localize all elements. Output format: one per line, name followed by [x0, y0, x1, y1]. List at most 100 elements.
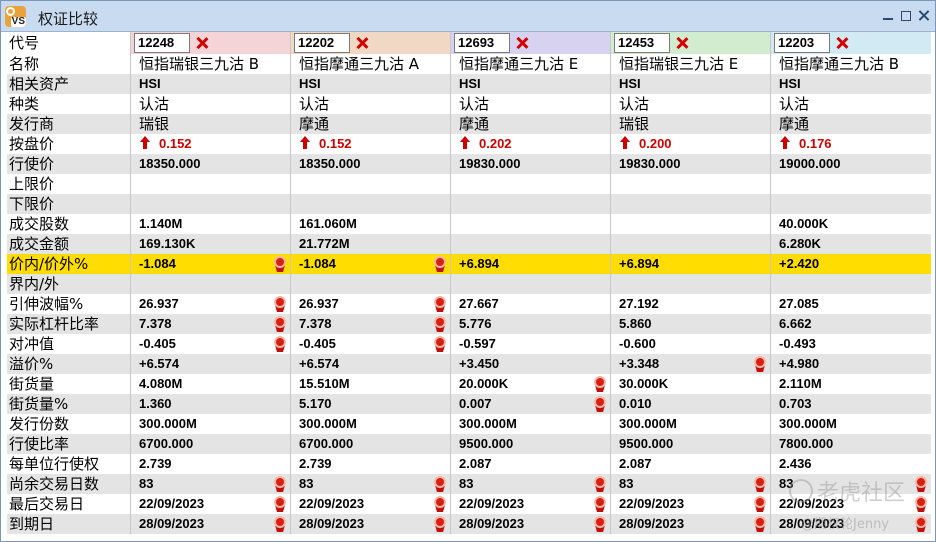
value-cell — [771, 174, 931, 194]
best-medal-icon — [593, 376, 607, 392]
best-medal-icon — [753, 516, 767, 532]
value-cell: 认沽 — [611, 94, 771, 114]
cell-value: 1.140M — [139, 216, 183, 231]
cell-value: 22/09/2023 — [299, 496, 365, 511]
code-column-header: 12202 — [291, 32, 451, 54]
cell-value: 300.000M — [779, 416, 837, 431]
value-cell: 2.739 — [291, 454, 451, 474]
cell-value: 9500.000 — [459, 436, 514, 451]
value-cell: 18350.000 — [291, 154, 451, 174]
value-cell — [611, 194, 771, 214]
cell-value: 认沽 — [139, 95, 170, 113]
value-cell — [131, 274, 291, 294]
row-label: 行使比率 — [7, 434, 131, 454]
table-row: 价内/价外% -1.084 -1.084 +6.894 +6.894 +2.420 — [7, 254, 931, 274]
value-cell — [451, 214, 611, 234]
price-value: 0.202 — [479, 136, 512, 151]
table-row: 每单位行使权 2.739 2.739 2.087 2.087 2.436 — [7, 454, 931, 474]
code-input[interactable]: 12248 — [134, 33, 190, 53]
minimize-icon[interactable] — [881, 9, 895, 23]
table-row: 到期日 28/09/2023 28/09/2023 28/09/2023 28/09/2… — [7, 514, 931, 534]
cell-value: +2.420 — [779, 256, 820, 271]
remove-icon[interactable] — [196, 37, 208, 49]
best-medal-icon — [433, 316, 447, 332]
code-input[interactable]: 12203 — [774, 33, 830, 53]
cell-value: 21.772M — [299, 236, 350, 251]
row-label: 成交金额 — [7, 234, 131, 254]
value-cell — [291, 194, 451, 214]
code-input[interactable]: 12693 — [454, 33, 510, 53]
value-cell: 26.937 — [291, 294, 451, 314]
row-label: 到期日 — [7, 514, 131, 534]
price-value: 0.200 — [639, 136, 672, 151]
maximize-icon[interactable] — [899, 9, 913, 23]
cell-value: 300.000M — [299, 416, 357, 431]
value-cell: 169.130K — [131, 234, 291, 254]
table-row: 溢价% +6.574 +6.574 +3.450 +3.348 +4.980 — [7, 354, 931, 374]
value-cell: 30.000K — [611, 374, 771, 394]
value-cell: 300.000M — [611, 414, 771, 434]
value-cell: 2.110M — [771, 374, 931, 394]
value-cell: 300.000M — [291, 414, 451, 434]
value-cell: +6.894 — [611, 254, 771, 274]
value-cell: 300.000M — [771, 414, 931, 434]
watermark: 老虎社区 — [789, 475, 905, 507]
value-cell: +4.980 — [771, 354, 931, 374]
cell-value: 83 — [619, 476, 634, 491]
cell-value: 摩通 — [299, 115, 330, 133]
cell-value: 19830.000 — [459, 156, 521, 171]
value-cell: 1.360 — [131, 394, 291, 414]
best-medal-icon — [593, 496, 607, 512]
value-cell: 6700.000 — [131, 434, 291, 454]
cell-value: 83 — [459, 476, 474, 491]
value-cell: 161.060M — [291, 214, 451, 234]
row-label: 发行份数 — [7, 414, 131, 434]
value-cell: +6.574 — [131, 354, 291, 374]
cell-value: 7.378 — [299, 316, 332, 331]
code-column-header: 12693 — [451, 32, 611, 54]
close-icon[interactable] — [917, 9, 931, 23]
cell-value: 22/09/2023 — [139, 496, 205, 511]
value-cell: 0.176 — [771, 134, 931, 154]
value-cell: HSI — [291, 74, 451, 94]
row-label: 实际杠杆比率 — [7, 314, 131, 334]
cell-value: 摩通 — [779, 115, 810, 133]
cell-value: 27.085 — [779, 296, 819, 311]
app-icon: VS — [5, 6, 26, 27]
row-label: 价内/价外% — [7, 254, 131, 274]
table-row: 行使比率 6700.000 6700.000 9500.000 9500.000 7800… — [7, 434, 931, 454]
best-medal-icon — [753, 356, 767, 372]
code-input[interactable]: 12202 — [294, 33, 350, 53]
value-cell: 0.010 — [611, 394, 771, 414]
code-input[interactable]: 12453 — [614, 33, 670, 53]
cell-value: 恒指摩通三九沽 E — [459, 55, 579, 73]
value-cell: 0.703 — [771, 394, 931, 414]
remove-icon[interactable] — [516, 37, 528, 49]
remove-icon[interactable] — [676, 37, 688, 49]
table-row: 成交金额 169.130K 21.772M 6.280K — [7, 234, 931, 254]
value-cell: 认沽 — [131, 94, 291, 114]
remove-icon[interactable] — [356, 37, 368, 49]
value-cell: 2.739 — [131, 454, 291, 474]
remove-icon[interactable] — [836, 37, 848, 49]
row-label: 尚余交易日数 — [7, 474, 131, 494]
table-header-row: 代号 12248 12202 12693 12453 12203 — [7, 32, 931, 54]
row-label: 相关资产 — [7, 74, 131, 94]
watermark-brand: 老虎社区 — [817, 481, 906, 506]
value-cell: 恒指摩通三九沽 B — [771, 54, 931, 74]
best-medal-icon — [593, 396, 607, 412]
price-value: 0.152 — [159, 136, 192, 151]
best-medal-icon — [273, 256, 287, 272]
cell-value: 30.000K — [619, 376, 669, 391]
warrant-compare-window: VS 权证比较 代号 12248 12202 12693 12453 12203 — [0, 0, 936, 542]
arrow-up-icon — [299, 136, 311, 150]
cell-value: 5.170 — [299, 396, 332, 411]
row-label: 成交股数 — [7, 214, 131, 234]
cell-value: 摩通 — [459, 115, 490, 133]
value-cell: HSI — [771, 74, 931, 94]
table-row: 下限价 — [7, 194, 931, 214]
value-cell: 2.087 — [611, 454, 771, 474]
cell-value: 83 — [139, 476, 154, 491]
cell-value: 83 — [299, 476, 314, 491]
value-cell — [451, 194, 611, 214]
